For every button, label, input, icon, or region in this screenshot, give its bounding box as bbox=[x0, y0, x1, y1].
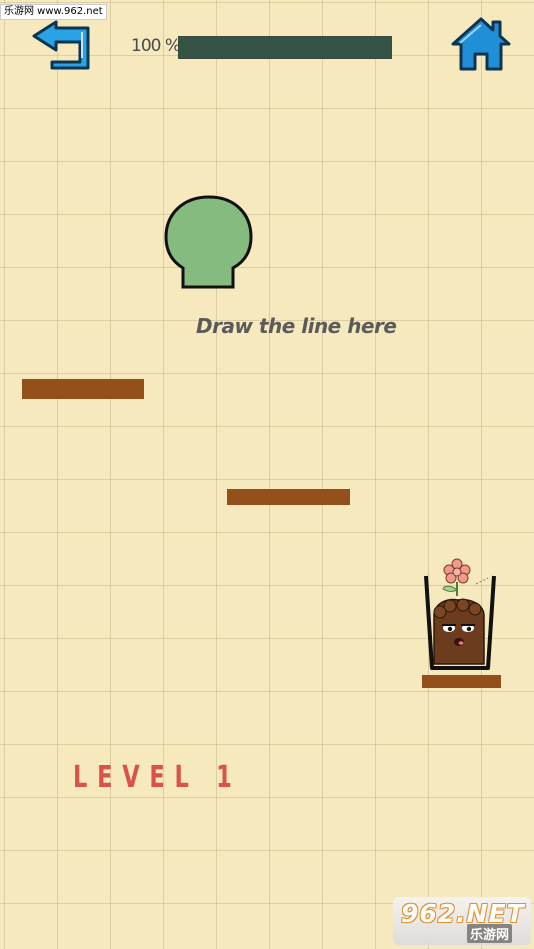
progress-fill bbox=[179, 37, 391, 58]
flower-icon bbox=[442, 558, 471, 596]
draw-hint: Draw the line here bbox=[196, 314, 397, 338]
wood-plank bbox=[22, 379, 144, 399]
wood-plank bbox=[227, 489, 350, 505]
home-icon bbox=[451, 17, 511, 71]
home-button[interactable] bbox=[450, 16, 512, 72]
green-blob bbox=[163, 194, 255, 290]
watermark-bottom: 962.NET 乐游网 bbox=[393, 897, 531, 945]
back-button[interactable] bbox=[30, 18, 94, 70]
cup-character bbox=[418, 556, 502, 674]
back-arrow-icon bbox=[32, 20, 90, 70]
cup-platform bbox=[422, 675, 501, 688]
progress-label: 100 % bbox=[131, 36, 181, 56]
level-label: LEVEL 1 bbox=[73, 760, 242, 795]
progress-bar bbox=[178, 36, 392, 59]
watermark-sub: 乐游网 bbox=[467, 924, 513, 943]
